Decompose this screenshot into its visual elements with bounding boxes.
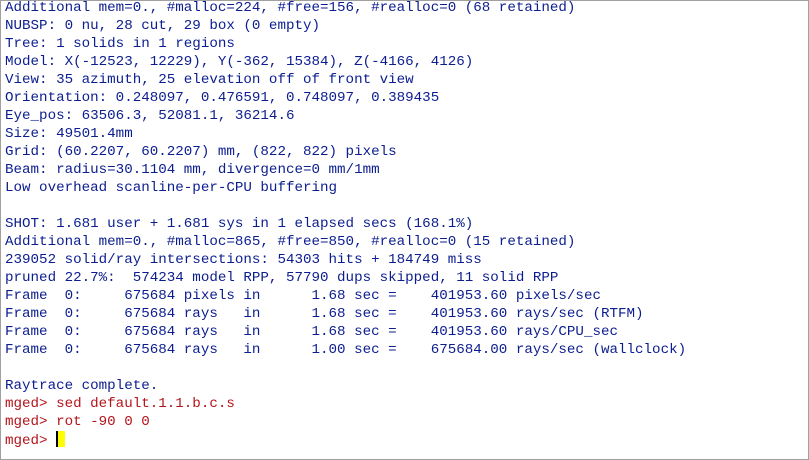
output-line: Frame 0: 675684 rays in 1.68 sec = 40195… [5, 324, 618, 340]
output-line: Tree: 1 solids in 1 regions [5, 36, 235, 52]
output-line: Frame 0: 675684 rays in 1.68 sec = 40195… [5, 306, 644, 322]
command-input-line[interactable]: mged> [5, 431, 804, 449]
output-line: Additional mem=0., #malloc=224, #free=15… [5, 0, 576, 16]
output-line: SHOT: 1.681 user + 1.681 sys in 1 elapse… [5, 216, 474, 232]
output-line: Frame 0: 675684 pixels in 1.68 sec = 401… [5, 288, 601, 304]
output-line: Additional mem=0., #malloc=865, #free=85… [5, 234, 576, 250]
output-line: Low overhead scanline-per-CPU buffering [5, 180, 338, 196]
output-line: Grid: (60.2207, 60.2207) mm, (822, 822) … [5, 144, 397, 160]
output-line: Orientation: 0.248097, 0.476591, 0.74809… [5, 90, 440, 106]
output-line: Beam: radius=30.1104 mm, divergence=0 mm… [5, 162, 380, 178]
output-line: Size: 49501.4mm [5, 126, 133, 142]
output-line: Frame 0: 675684 rays in 1.00 sec = 67568… [5, 342, 687, 358]
output-line: Eye_pos: 63506.3, 52081.1, 36214.6 [5, 108, 295, 124]
command-history-line: mged> rot -90 0 0 [5, 414, 150, 430]
output-line: 239052 solid/ray intersections: 54303 hi… [5, 252, 482, 268]
command-history-line: mged> sed default.1.1.b.c.s [5, 396, 235, 412]
mged-terminal[interactable]: Additional mem=0., #malloc=224, #free=15… [0, 0, 809, 460]
output-line: Model: X(-12523, 12229), Y(-362, 15384),… [5, 54, 474, 70]
terminal-scrollback: Additional mem=0., #malloc=224, #free=15… [5, 0, 804, 449]
output-line: NUBSP: 0 nu, 28 cut, 29 box (0 empty) [5, 18, 321, 34]
mged-prompt: mged> [5, 433, 57, 449]
output-line: pruned 22.7%: 574234 model RPP, 57790 du… [5, 270, 559, 286]
text-cursor [56, 431, 66, 447]
output-line: Raytrace complete. [5, 378, 159, 394]
output-line: View: 35 azimuth, 25 elevation off of fr… [5, 72, 414, 88]
